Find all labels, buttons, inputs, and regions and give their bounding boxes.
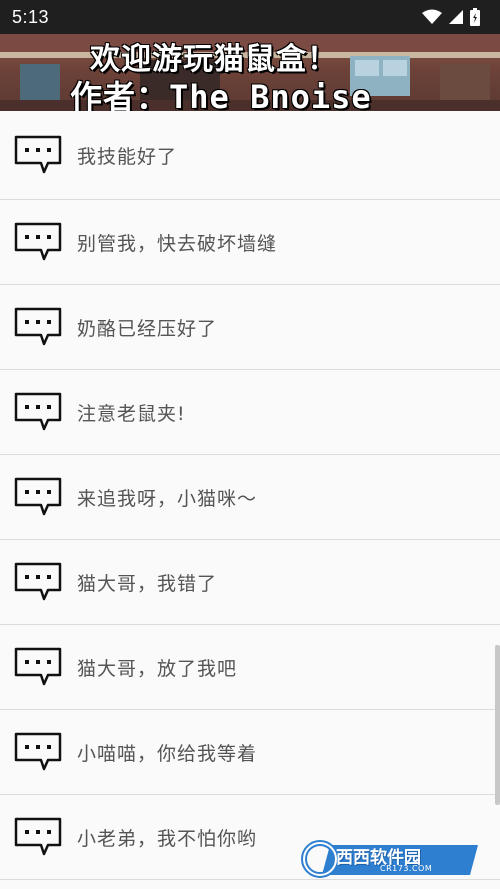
phrase-text: 我技能好了 (77, 145, 178, 168)
phrase-list: 我技能好了 别管我，快去破坏墙缝 奶酪已经压好了 注意老鼠夹! 来追我呀，小猫咪… (0, 111, 500, 889)
status-icons (422, 8, 480, 26)
scrollbar[interactable] (495, 645, 500, 805)
banner-author-text: 作者：The_Bnoise (70, 78, 372, 111)
phrase-text: 注意老鼠夹! (77, 402, 186, 425)
chat-bubble-icon (14, 562, 62, 601)
list-item[interactable]: 我技能好了 (0, 111, 500, 200)
watermark: 西西软件园 CR173.COM (300, 839, 480, 879)
chat-bubble-icon (14, 307, 62, 346)
phrase-text: 小喵喵，你给我等着 (77, 742, 258, 765)
list-item[interactable]: 注意老鼠夹! (0, 370, 500, 455)
cellular-signal-icon (449, 10, 463, 24)
phrase-text: 别管我，快去破坏墙缝 (77, 232, 278, 255)
list-item[interactable]: 来追我呀，小猫咪～ (0, 455, 500, 540)
phrase-text: 猫大哥，放了我吧 (77, 657, 238, 680)
list-item[interactable]: 猫大哥，放了我吧 (0, 625, 500, 710)
list-item[interactable]: 别管我，快去破坏墙缝 (0, 200, 500, 285)
phrase-text: 来追我呀，小猫咪～ (77, 487, 258, 510)
chat-bubble-icon (14, 392, 62, 431)
phrase-text: 奶酪已经压好了 (77, 317, 218, 340)
chat-bubble-icon (14, 732, 62, 771)
chat-bubble-icon (14, 135, 62, 174)
status-bar: 5:13 (0, 0, 500, 34)
phrase-text: 小老弟，我不怕你哟 (77, 827, 258, 850)
chat-bubble-icon (14, 222, 62, 261)
battery-icon (470, 8, 480, 26)
list-item[interactable]: 猫大哥，我错了 (0, 540, 500, 625)
status-time: 5:13 (12, 6, 50, 27)
chat-bubble-icon (14, 647, 62, 686)
phrase-text: 猫大哥，我错了 (77, 572, 218, 595)
chat-bubble-icon (14, 817, 62, 856)
watermark-subtext: CR173.COM (380, 864, 433, 873)
list-item[interactable]: 奶酪已经压好了 (0, 285, 500, 370)
chat-bubble-icon (14, 477, 62, 516)
wifi-icon (422, 9, 442, 24)
welcome-banner: 欢迎游玩猫鼠盒！ 作者：The_Bnoise (0, 34, 500, 111)
list-item[interactable]: 小喵喵，你给我等着 (0, 710, 500, 795)
